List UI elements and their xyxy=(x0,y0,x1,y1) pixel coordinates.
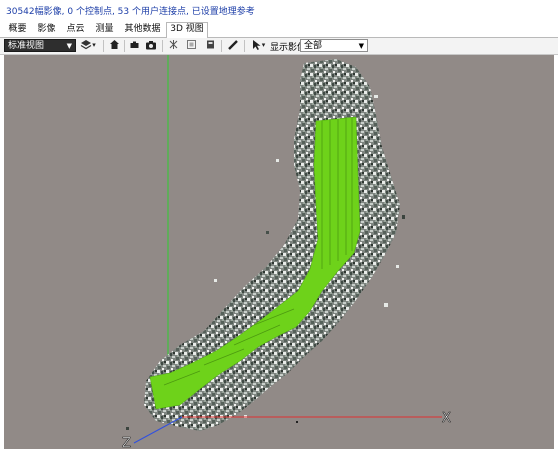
tab-3d-view[interactable]: 3D 视图 xyxy=(166,22,208,39)
toolbar-divider xyxy=(103,40,104,52)
toolbar-divider xyxy=(124,40,125,52)
tab-label: 其他数据 xyxy=(124,24,161,34)
tab-bar: 概要 影像 点云 测量 其他数据 3D 视图 xyxy=(0,22,558,39)
status-bar: 30542幅影像, 0 个控制点, 53 个用户连接点, 已设置地理参考 xyxy=(0,0,558,20)
tab-measure[interactable]: 测量 xyxy=(91,23,118,36)
x-axis-label: X xyxy=(442,411,451,426)
view-mode-select[interactable]: 标准视图 ▼ xyxy=(4,39,76,52)
tab-label: 测量 xyxy=(95,24,114,34)
tab-label: 影像 xyxy=(37,24,56,34)
tab-point-cloud[interactable]: 点云 xyxy=(62,23,89,36)
display-images-select[interactable]: 全部 ▼ xyxy=(300,39,368,52)
toolbar-divider xyxy=(162,40,163,52)
toolbar-divider xyxy=(221,40,222,52)
z-axis-label: Z xyxy=(122,436,131,449)
tab-overview[interactable]: 概要 xyxy=(4,23,31,36)
toolbar-divider xyxy=(244,40,245,52)
camera-icon[interactable] xyxy=(144,39,157,52)
tab-label: 概要 xyxy=(8,24,27,34)
chevron-down-icon: ▼ xyxy=(66,42,72,50)
tab-other-data[interactable]: 其他数据 xyxy=(120,23,165,36)
tab-images[interactable]: 影像 xyxy=(33,23,60,36)
toolbar: 标准视图 ▼ ▾ ▾ 显示影像 全部 ▼ xyxy=(0,38,558,55)
panel-icon[interactable] xyxy=(204,39,217,52)
home-icon[interactable] xyxy=(108,39,121,52)
grid-icon[interactable] xyxy=(167,39,180,52)
pointer-dropdown-icon[interactable]: ▾ xyxy=(260,39,267,52)
camera-small-icon[interactable] xyxy=(128,39,141,52)
view-mode-value: 标准视图 xyxy=(8,41,45,51)
chevron-down-icon: ▼ xyxy=(358,42,364,50)
status-text: 30542幅影像, 0 个控制点, 53 个用户连接点, 已设置地理参考 xyxy=(6,7,255,17)
box-icon[interactable] xyxy=(185,39,198,52)
layers-dropdown-icon[interactable]: ▾ xyxy=(90,39,98,52)
ruler-icon[interactable] xyxy=(226,39,239,52)
tab-label: 3D 视图 xyxy=(170,24,204,34)
tab-label: 点云 xyxy=(66,24,85,34)
scene-canvas[interactable]: X Z xyxy=(4,55,554,449)
3d-viewport[interactable]: X Z xyxy=(4,55,554,449)
display-images-value: 全部 xyxy=(304,41,323,51)
